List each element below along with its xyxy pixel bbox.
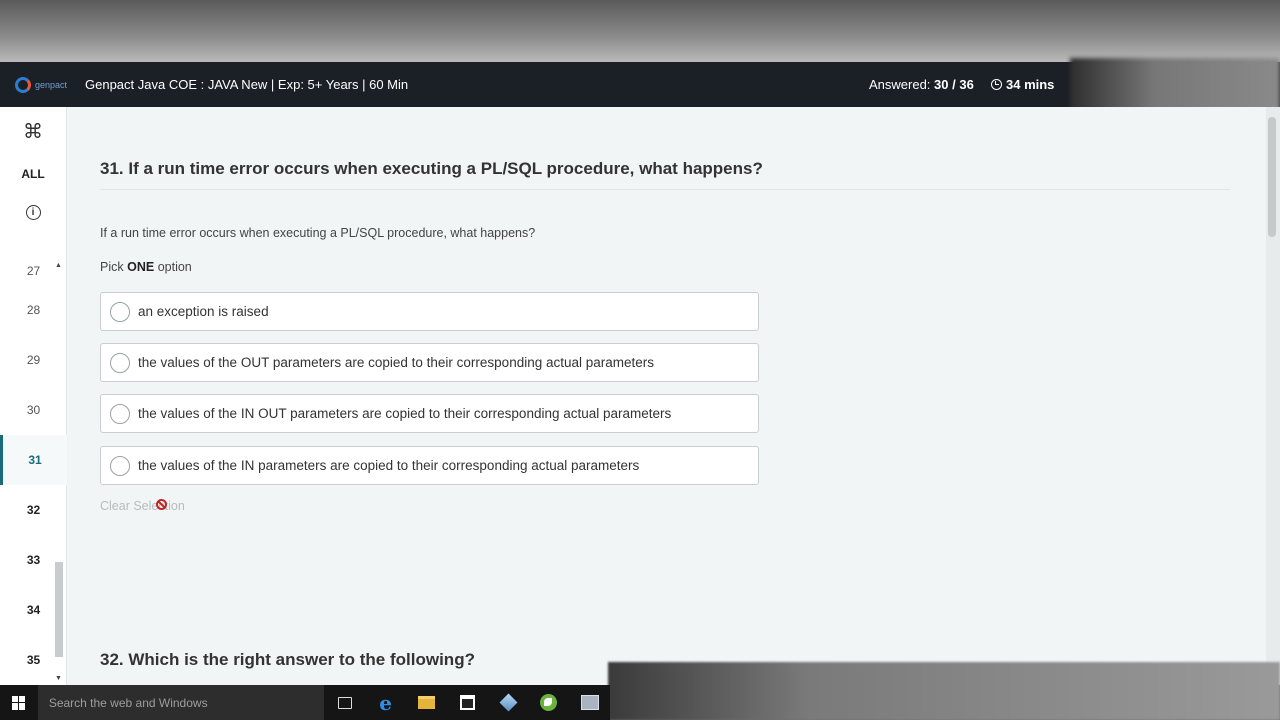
store-icon: [459, 695, 475, 710]
clock-icon: [991, 79, 1002, 90]
taskbar-search-input[interactable]: Search the web and Windows: [37, 685, 325, 720]
option-3[interactable]: the values of the IN OUT parameters are …: [100, 394, 759, 433]
background-blur-top: [0, 0, 1280, 62]
next-question-title: 32. Which is the right answer to the fol…: [100, 650, 475, 669]
option-label: the values of the OUT parameters are cop…: [138, 355, 655, 370]
genpact-logo-icon: [15, 76, 31, 93]
option-1[interactable]: an exception is raised: [100, 292, 759, 331]
pick-count: ONE: [127, 260, 155, 274]
page-scroll-thumb[interactable]: [1268, 117, 1276, 237]
edge-button[interactable]: e: [365, 685, 406, 720]
spring-leaf-icon: [540, 694, 558, 711]
app-window-button[interactable]: [569, 685, 610, 720]
pick-prefix: Pick: [100, 260, 124, 274]
question-text: If a run time error occurs when executin…: [100, 226, 536, 240]
file-explorer-button[interactable]: [406, 685, 447, 720]
store-button[interactable]: [447, 685, 488, 720]
page-scrollbar[interactable]: [1266, 107, 1280, 685]
task-view-icon: [337, 696, 352, 709]
info-icon[interactable]: i: [25, 205, 41, 220]
question-sidebar: ⌘ ALL i 27 28 29 30 31 32 33 34 35 ▲ ▼: [0, 107, 67, 685]
task-view-button[interactable]: [324, 685, 365, 720]
filter-all-button[interactable]: ALL: [21, 167, 44, 181]
radio-button[interactable]: [110, 352, 130, 373]
answered-value: 30 / 36: [934, 77, 974, 92]
sidebar-scrollbar[interactable]: ▲ ▼: [54, 262, 64, 682]
answered-label: Answered:: [869, 77, 931, 92]
radio-button[interactable]: [110, 403, 130, 424]
timer-value: 34 mins: [1006, 77, 1055, 92]
app-window-icon: [580, 695, 599, 710]
clear-selection-button[interactable]: Clear Selection: [100, 499, 185, 513]
option-label: the values of the IN OUT parameters are …: [138, 406, 672, 421]
folder-icon: [417, 696, 435, 709]
edge-icon: e: [379, 690, 392, 715]
pick-suffix: option: [157, 260, 192, 274]
exam-title: Genpact Java COE : JAVA New | Exp: 5+ Ye…: [85, 77, 409, 92]
sidebar-scroll-thumb[interactable]: [55, 562, 63, 657]
scroll-down-icon[interactable]: ▼: [55, 675, 62, 682]
windows-taskbar: Search the web and Windows e: [0, 685, 610, 720]
genpact-logo: genpact: [15, 76, 75, 93]
cube-icon: [499, 693, 518, 712]
command-icon[interactable]: ⌘: [23, 119, 43, 149]
option-4[interactable]: the values of the IN parameters are copi…: [100, 446, 759, 485]
not-allowed-cursor-icon: [156, 499, 167, 510]
option-label: an exception is raised: [138, 304, 269, 319]
radio-button[interactable]: [110, 301, 130, 322]
scroll-up-icon[interactable]: ▲: [55, 262, 62, 269]
option-label: the values of the IN parameters are copi…: [138, 458, 640, 473]
title-divider: [100, 189, 1230, 190]
radio-button[interactable]: [110, 455, 130, 476]
pick-instruction: Pick ONE option: [100, 260, 192, 274]
timer: 34 mins: [991, 77, 1054, 92]
answered-count: Answered: 30 / 36: [869, 77, 974, 92]
logo-text: genpact: [35, 79, 68, 90]
app-cube-button[interactable]: [488, 685, 529, 720]
background-blur-right: [1070, 58, 1280, 114]
question-title: 31. If a run time error occurs when exec…: [100, 159, 763, 178]
spring-app-button[interactable]: [528, 685, 569, 720]
background-blur-bottom: [608, 662, 1280, 720]
windows-logo-icon: [11, 695, 26, 710]
exam-page: ⌘ ALL i 27 28 29 30 31 32 33 34 35 ▲ ▼ 3…: [0, 107, 1268, 685]
option-2[interactable]: the values of the OUT parameters are cop…: [100, 343, 759, 382]
start-button[interactable]: [0, 685, 38, 720]
